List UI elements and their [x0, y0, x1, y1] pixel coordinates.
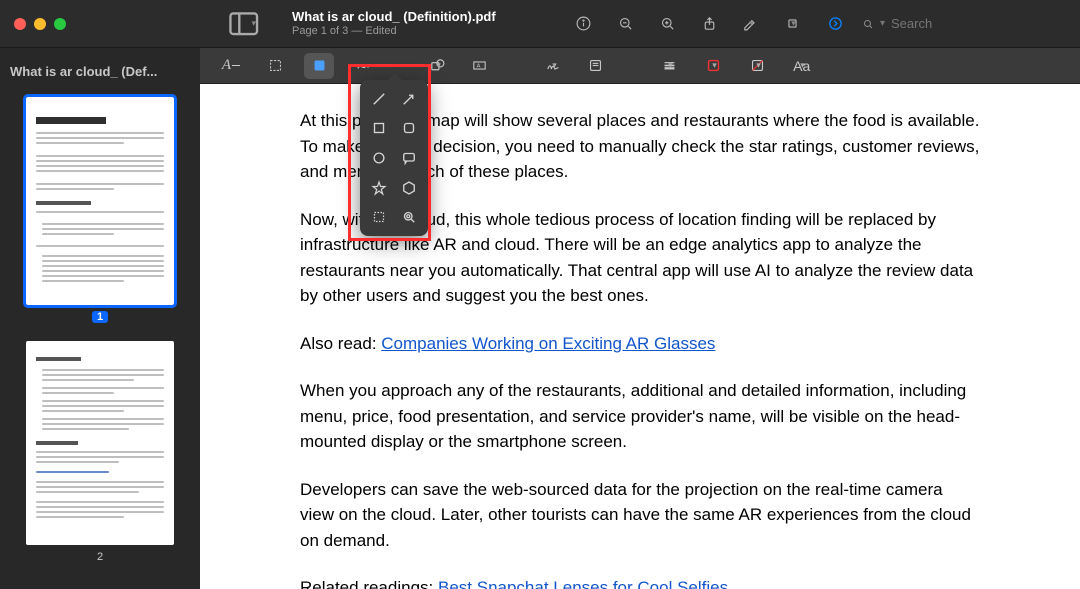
selection-tool-button[interactable] [260, 53, 290, 79]
border-style-button[interactable]: ▾ [652, 53, 682, 79]
shape-arrow[interactable] [396, 86, 422, 112]
textbox-button[interactable]: A [464, 53, 494, 79]
highlight-button[interactable] [814, 9, 856, 39]
document-title: What is ar cloud_ (Definition).pdf [292, 10, 496, 25]
document-subtitle: Page 1 of 3 — Edited [292, 25, 496, 38]
text: Also read: [300, 334, 381, 353]
text: Related readings: [300, 578, 438, 589]
shape-square[interactable] [366, 116, 392, 142]
page-thumbnail-2[interactable] [26, 341, 174, 545]
stroke-color-button[interactable]: ▾ [696, 53, 726, 79]
note-button[interactable] [580, 53, 610, 79]
markup-toggle-button[interactable]: ▾ [730, 9, 772, 39]
shape-loupe[interactable] [396, 204, 422, 230]
chevron-down-icon: ▾ [756, 60, 761, 71]
shape-mask[interactable] [366, 204, 392, 230]
sidebar-header: What is ar cloud_ (Def... [0, 48, 200, 85]
fill-color-button[interactable]: ▾ [740, 53, 770, 79]
chevron-down-icon: ▾ [880, 18, 885, 29]
font-button[interactable]: Aa▾ [784, 53, 814, 79]
chevron-down-icon: ▾ [552, 60, 557, 71]
minimize-window-button[interactable] [34, 18, 46, 30]
document-page-view[interactable]: At this point, the map will show several… [200, 84, 1080, 589]
search-icon [862, 17, 874, 31]
shape-hexagon[interactable] [396, 175, 422, 201]
shapes-popover [360, 80, 428, 236]
page-thumbnail-1[interactable] [26, 97, 174, 305]
page-number-label: 2 [97, 551, 103, 563]
share-button[interactable] [688, 9, 730, 39]
link-ar-glasses[interactable]: Companies Working on Exciting AR Glasses [381, 334, 715, 353]
chevron-down-icon: ▾ [800, 60, 805, 71]
fullscreen-window-button[interactable] [54, 18, 66, 30]
sketch-tool-button[interactable] [348, 53, 378, 79]
svg-text:A: A [476, 64, 480, 70]
title-block: What is ar cloud_ (Definition).pdf Page … [292, 10, 496, 38]
titlebar: ▾ What is ar cloud_ (Definition).pdf Pag… [0, 0, 1080, 48]
sign-button[interactable]: ▾ [536, 53, 566, 79]
shape-circle[interactable] [366, 145, 392, 171]
page-number-badge: 1 [92, 311, 108, 323]
close-window-button[interactable] [14, 18, 26, 30]
shape-star[interactable] [366, 175, 392, 201]
paragraph: When you approach any of the restaurants… [300, 378, 980, 455]
redact-tool-button[interactable] [304, 53, 334, 79]
shapes-button[interactable]: ▾ [420, 53, 450, 79]
sidebar-toggle-button[interactable]: ▾ [226, 10, 262, 38]
markup-toolbar: A ▾ A ▾ ▾ ▾ ▾ Aa▾ [200, 48, 1080, 84]
shape-line[interactable] [366, 86, 392, 112]
chevron-down-icon: ▾ [749, 18, 754, 29]
thumbnails-sidebar: What is ar cloud_ (Def... 1 [0, 48, 200, 589]
zoom-out-button[interactable] [604, 9, 646, 39]
window-traffic-lights [0, 18, 66, 30]
zoom-in-button[interactable] [646, 9, 688, 39]
search-field[interactable]: ▾ [856, 10, 1066, 38]
search-input[interactable] [891, 16, 1060, 31]
link-snapchat-lenses[interactable]: Best Snapchat Lenses for Cool Selfies [438, 578, 728, 589]
paragraph: Also read: Companies Working on Exciting… [300, 331, 980, 357]
chevron-down-icon: ▾ [712, 60, 717, 71]
chevron-down-icon: ▾ [436, 60, 441, 71]
chevron-down-icon: ▾ [668, 60, 673, 71]
paragraph: Developers can save the web-sourced data… [300, 477, 980, 554]
rotate-button[interactable]: ▾ [772, 9, 814, 39]
paragraph: Related readings: Best Snapchat Lenses f… [300, 575, 980, 589]
shape-speech-bubble[interactable] [396, 145, 422, 171]
text-style-button[interactable]: A [216, 53, 246, 79]
shape-rounded-square[interactable] [396, 116, 422, 142]
info-button[interactable] [562, 9, 604, 39]
chevron-down-icon: ▾ [251, 18, 256, 29]
toolbar-right: ▾ ▾ ▾ [562, 9, 1080, 39]
chevron-down-icon: ▾ [791, 18, 796, 29]
